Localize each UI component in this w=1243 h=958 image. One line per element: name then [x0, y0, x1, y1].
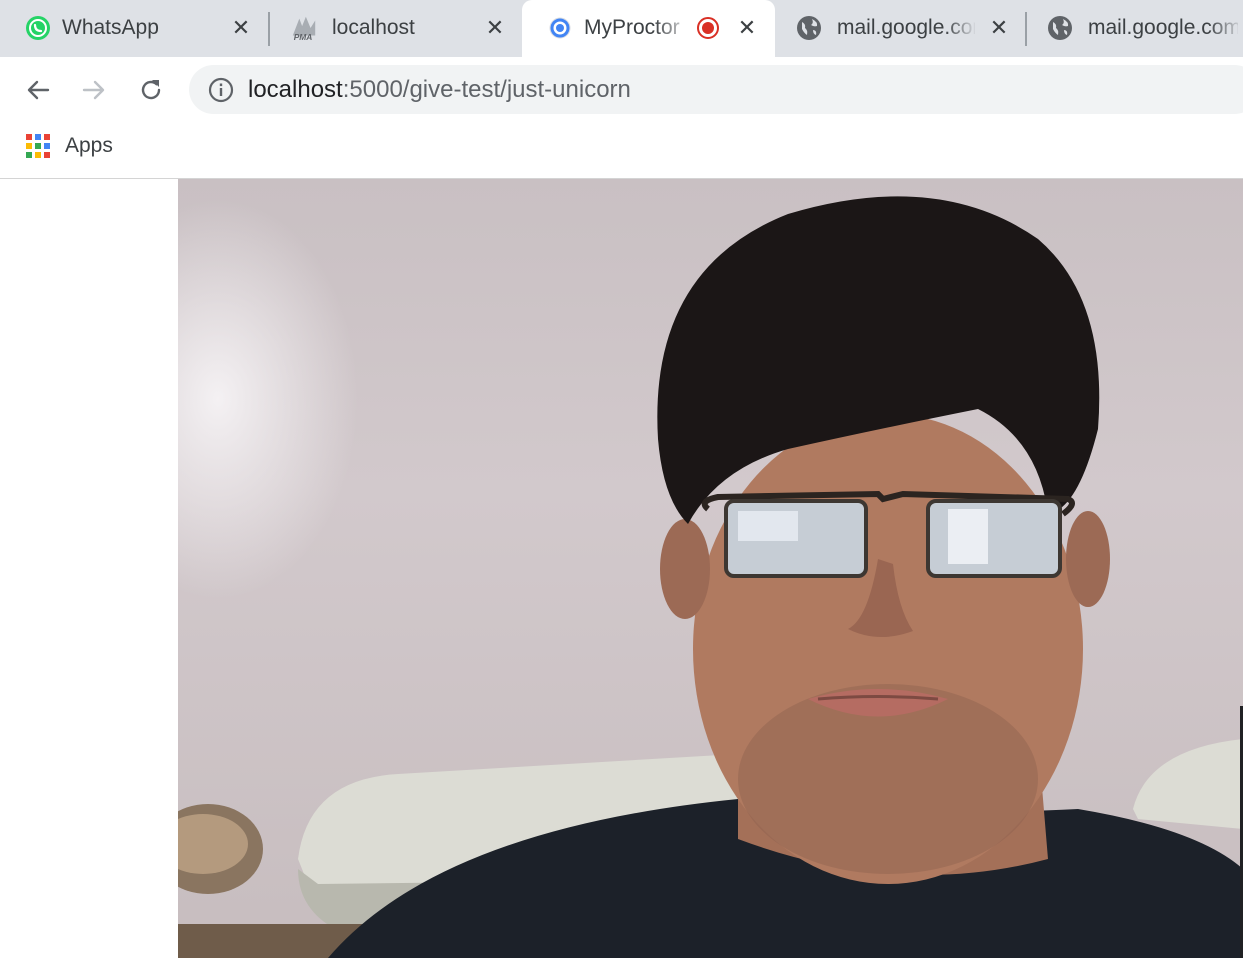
forward-button[interactable]: [74, 70, 114, 110]
recording-icon: [697, 17, 719, 39]
whatsapp-icon: [24, 14, 52, 42]
title-fade: [654, 10, 694, 46]
tab-strip: WhatsApp ✕ PMA localhost ✕ MyProctor ✕ m…: [0, 0, 1243, 57]
apps-shortcut[interactable]: Apps: [26, 134, 113, 158]
tab-whatsapp[interactable]: WhatsApp ✕: [0, 0, 268, 57]
arrow-right-icon: [82, 80, 105, 100]
globe-icon: [795, 14, 823, 42]
bookmarks-bar: Apps: [0, 121, 1243, 179]
svg-text:PMA: PMA: [294, 32, 313, 42]
info-icon[interactable]: [207, 76, 235, 104]
tab-mail-google-1[interactable]: mail.google.com ✕: [777, 0, 1025, 57]
webcam-video: [178, 179, 1243, 958]
title-fade: [945, 10, 977, 46]
close-icon[interactable]: ✕: [482, 15, 508, 41]
reload-button[interactable]: [131, 70, 171, 110]
arrow-left-icon: [27, 80, 50, 100]
globe-icon: [1046, 14, 1074, 42]
tab-myproctor[interactable]: MyProctor ✕: [522, 0, 775, 57]
apps-grid-icon: [26, 134, 50, 158]
tab-separator: [1025, 12, 1027, 46]
phpmyadmin-icon: PMA: [290, 14, 318, 42]
tab-mail-google-2[interactable]: mail.google.com: [1028, 0, 1243, 57]
url-host: localhost: [248, 76, 343, 103]
title-fade: [1208, 10, 1243, 46]
close-icon[interactable]: ✕: [986, 15, 1012, 41]
address-bar[interactable]: localhost:5000/give-test/just-unicorn: [189, 65, 1243, 114]
back-button[interactable]: [18, 70, 58, 110]
apps-label: Apps: [65, 134, 113, 157]
tab-title: localhost: [332, 16, 415, 39]
page-content: [0, 179, 1243, 958]
browser-toolbar: localhost:5000/give-test/just-unicorn: [0, 57, 1243, 121]
reload-icon: [141, 80, 161, 100]
tab-title: WhatsApp: [62, 16, 159, 39]
tab-localhost[interactable]: PMA localhost ✕: [270, 0, 520, 57]
url-path: :5000/give-test/just-unicorn: [342, 76, 631, 103]
close-icon[interactable]: ✕: [734, 15, 760, 41]
webcam-frame-image: [178, 196, 1243, 958]
url-text[interactable]: localhost:5000/give-test/just-unicorn: [248, 76, 631, 104]
chrome-app-icon: [546, 14, 574, 42]
close-icon[interactable]: ✕: [228, 15, 254, 41]
